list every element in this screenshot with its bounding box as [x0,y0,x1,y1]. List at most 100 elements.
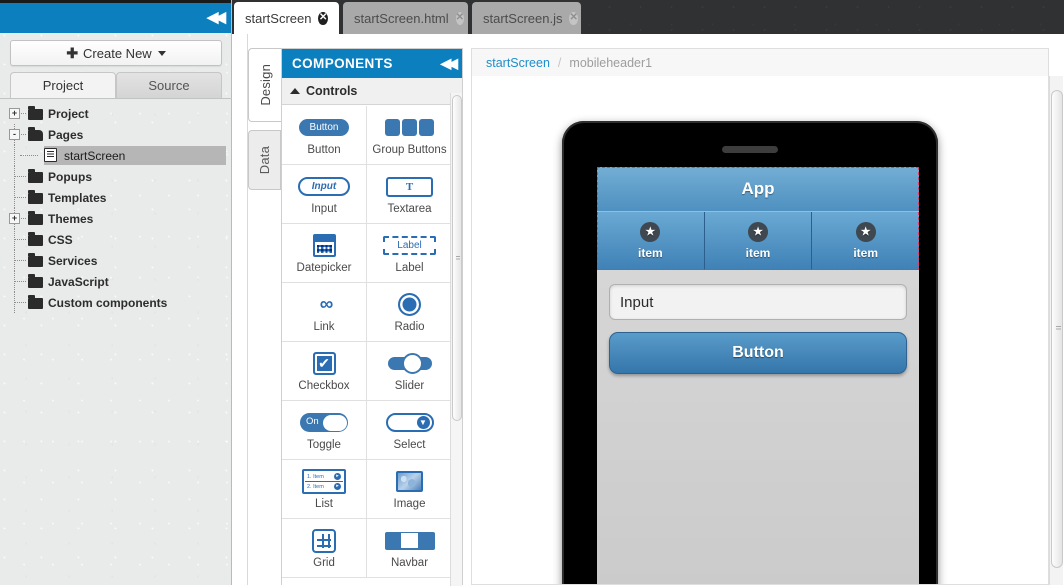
glyph-input: Input [297,177,351,196]
glyph-button: Button [298,119,350,136]
tree-item-startscreen[interactable]: startScreen [0,145,232,166]
tree-expander-plus-icon[interactable]: + [9,213,20,224]
component-item-label: Select [393,438,426,451]
tree-item-templates[interactable]: Templates [0,187,232,208]
folder-icon [28,232,43,246]
editor-tab-label: startScreen.html [354,10,449,26]
mobile-tab-1[interactable]: ★ item [704,212,813,270]
component-item-select[interactable]: ▼ Select [367,401,452,460]
sidebar-collapse-icon[interactable]: ◀◀ [207,10,226,25]
glyph-toggle: On [300,413,348,432]
components-scrollbar[interactable] [450,93,462,586]
components-panel-title: COMPONENTS [292,56,393,71]
tree-item-services[interactable]: Services [0,250,232,271]
components-grid: Button Button Group Buttons Input Input T Text… [282,106,452,578]
canvas-scrollbar-thumb[interactable] [1051,90,1063,568]
component-item-navbar[interactable]: Navbar [367,519,452,578]
editor-tab-2[interactable]: startScreen.js ✕ [472,2,581,34]
mobile-input-field[interactable]: Input [609,284,907,320]
glyph-slider [387,353,432,374]
tree-item-project[interactable]: + Project [0,103,232,124]
component-item-slider[interactable]: Slider [367,342,452,401]
components-panel-header: COMPONENTS ◀◀ [282,49,462,78]
star-icon: ★ [855,222,876,242]
create-new-button[interactable]: ✚ Create New [10,40,222,66]
component-item-label: Textarea [387,202,432,215]
project-tree: + Project - Pages startScreen Popups Templates… [0,103,232,313]
breadcrumb-root[interactable]: startScreen [486,56,550,70]
glyph-textarea: T [385,176,434,197]
folder-icon [28,211,43,225]
star-icon: ★ [640,222,661,242]
mobile-button[interactable]: Button [609,332,907,374]
component-item-group-buttons[interactable]: Group Buttons [367,106,452,165]
mobile-tab-label: item [637,246,663,260]
glyph-label: Label [383,236,436,255]
select-icon: ▼ [385,410,434,436]
controls-section-header[interactable]: Controls [282,78,462,105]
component-item-textarea[interactable]: T Textarea [367,165,452,224]
component-item-checkbox[interactable]: ✔ Checkbox [282,342,367,401]
component-item-label: Slider [394,379,425,392]
component-item-image[interactable]: Image [367,460,452,519]
components-collapse-icon[interactable]: ◀◀ [440,55,457,72]
vertical-tab-design[interactable]: Design [248,48,281,122]
component-item-toggle[interactable]: On Toggle [282,401,367,460]
chevron-up-icon [290,88,300,94]
tree-item-css[interactable]: CSS [0,229,232,250]
tree-item-themes[interactable]: + Themes [0,208,232,229]
close-icon[interactable]: ✕ [455,11,465,25]
close-icon[interactable]: ✕ [569,11,578,25]
tree-expander-plus-icon[interactable]: + [9,108,20,119]
component-item-grid[interactable]: Grid [282,519,367,578]
components-scrollbar-thumb[interactable] [452,95,462,421]
editor-tab-1[interactable]: startScreen.html ✕ [343,2,468,34]
component-item-label[interactable]: Label Label [367,224,452,283]
vertical-tab-data-label: Data [257,145,272,175]
glyph-link: ∞ [319,293,333,315]
tree-guide-connector [20,155,38,156]
component-item-label: Toggle [307,438,341,451]
button-icon: Button [298,115,350,141]
mobile-tab-2[interactable]: ★ item [812,212,919,270]
component-item-label: Image [393,497,426,510]
component-item-link[interactable]: ∞ Link [282,283,367,342]
canvas-viewport[interactable]: App ★ item ★ item ★ item Input Button [471,76,1049,585]
tree-item-custom-components[interactable]: Custom components [0,292,232,313]
chevron-down-icon [157,50,166,56]
tree-item-label: Pages [48,127,84,142]
close-icon[interactable]: ✕ [318,11,328,25]
component-item-label: Label [395,261,424,274]
tree-guide-line [14,145,15,166]
checkbox-icon: ✔ [312,351,336,377]
folder-icon [28,253,43,267]
vertical-tab-data[interactable]: Data [248,130,281,190]
component-item-label: Navbar [390,556,429,569]
component-item-input[interactable]: Input Input [282,165,367,224]
toggle-icon: On [300,410,348,436]
sidebar-tab-project[interactable]: Project [10,72,116,98]
input-icon: Input [297,174,351,200]
controls-section-label: Controls [306,84,358,98]
component-item-list[interactable]: 1. Item ▸ 2. Item ▸ List [282,460,367,519]
sidebar-topbar: ◀◀ [0,0,231,33]
breadcrumb-separator: / [557,55,562,70]
editor-tab-0[interactable]: startScreen ✕ [234,2,339,34]
glyph-checkbox: ✔ [312,352,336,375]
tree-item-popups[interactable]: Popups [0,166,232,187]
component-item-datepicker[interactable]: Datepicker [282,224,367,283]
canvas-scrollbar[interactable] [1049,76,1063,585]
tree-expander-minus-icon[interactable]: - [9,129,20,140]
tree-item-pages[interactable]: - Pages [0,124,232,145]
tree-item-label: Popups [48,169,92,184]
mobile-header-selected[interactable]: App ★ item ★ item ★ item [597,167,919,270]
mobile-tab-0[interactable]: ★ item [597,212,705,270]
component-item-button[interactable]: Button Button [282,106,367,165]
tree-item-label: CSS [48,232,73,247]
image-icon [396,469,423,495]
sidebar-tab-source[interactable]: Source [116,72,222,98]
folder-open-icon [28,127,43,141]
component-item-radio[interactable]: Radio [367,283,452,342]
tree-item-javascript[interactable]: JavaScript [0,271,232,292]
breadcrumb: startScreen / mobileheader1 [471,48,1049,76]
